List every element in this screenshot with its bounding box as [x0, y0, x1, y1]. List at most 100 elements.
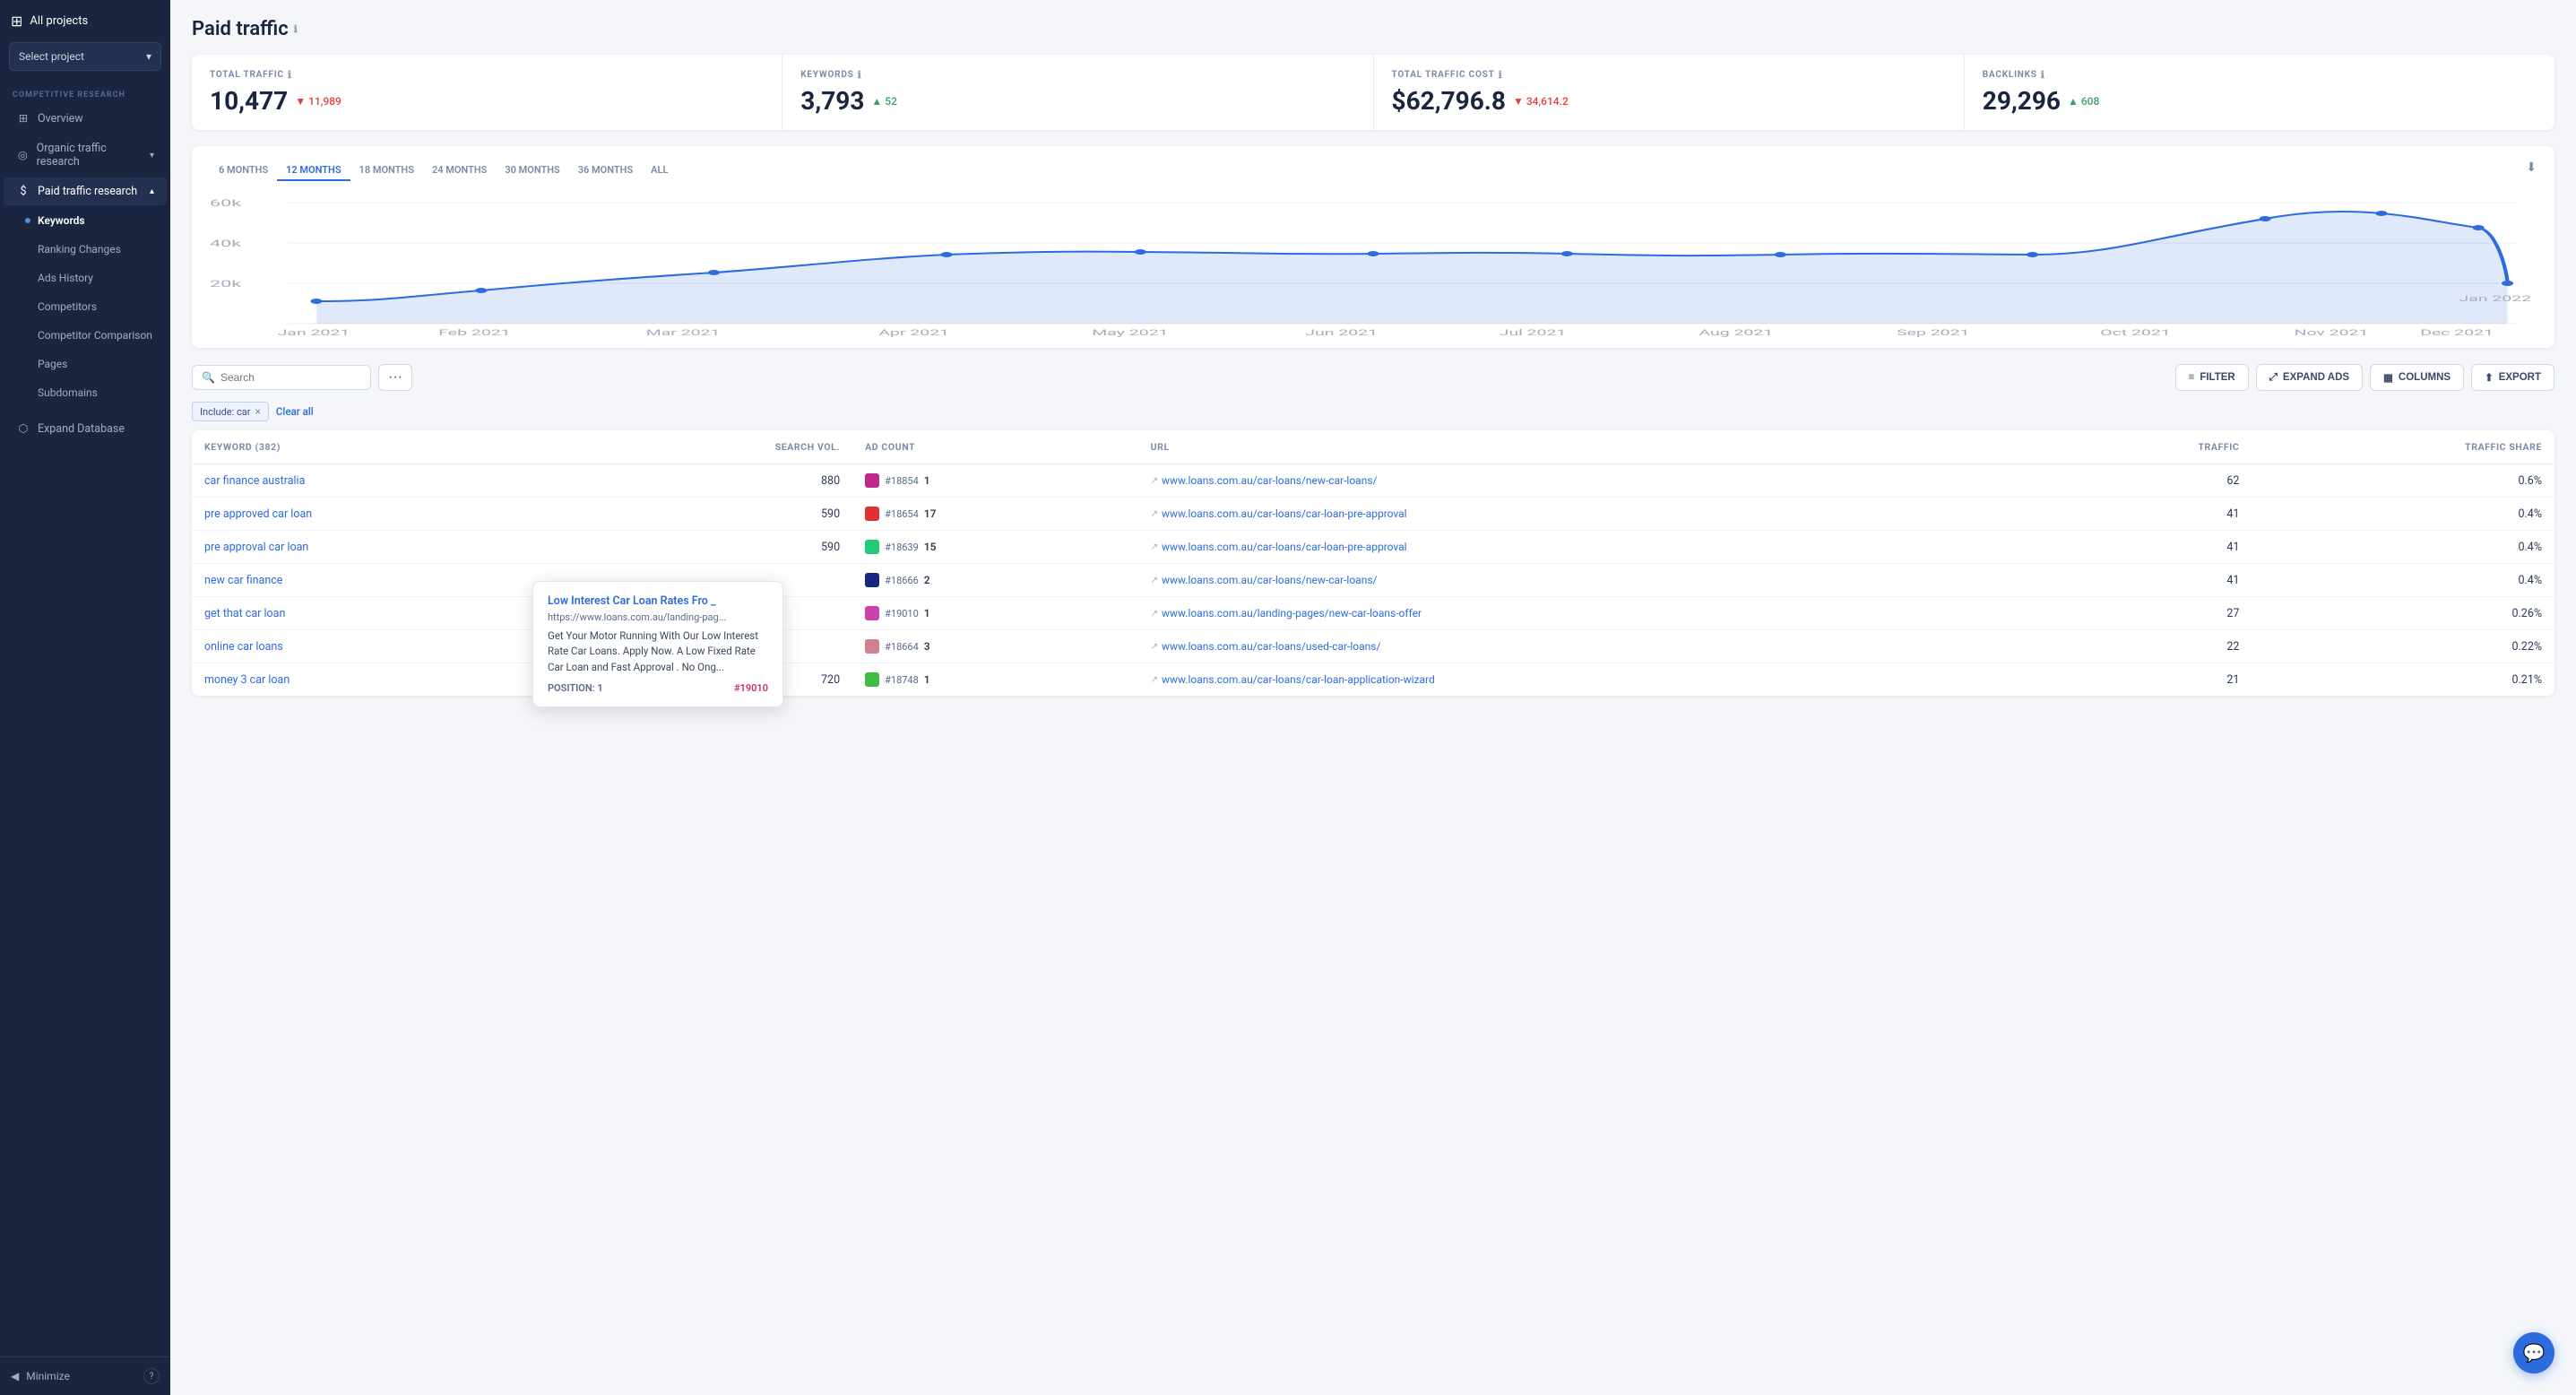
columns-button[interactable]: ▦ COLUMNS: [2370, 364, 2464, 391]
tab-all[interactable]: ALL: [642, 160, 677, 181]
tab-6months[interactable]: 6 MONTHS: [210, 160, 277, 181]
sidebar-item-label: Expand Database: [38, 422, 125, 436]
stat-label: TOTAL TRAFFIC ℹ: [210, 69, 764, 81]
cell-adcount: #19010 1: [852, 597, 1137, 630]
sidebar-item-subdomains[interactable]: Subdomains: [4, 379, 167, 406]
keyword-link[interactable]: online car loans: [204, 640, 283, 654]
url-link[interactable]: ↗ www.loans.com.au/car-loans/car-loan-ap…: [1151, 673, 2044, 686]
col-adcount[interactable]: AD COUNT: [852, 430, 1137, 464]
export-button[interactable]: ⬆ EXPORT: [2471, 364, 2554, 391]
sidebar-item-overview[interactable]: ⊞ Overview: [4, 104, 167, 133]
url-link[interactable]: ↗ www.loans.com.au/car-loans/car-loan-pr…: [1151, 507, 2044, 520]
cell-trafficshare: 0.6%: [2252, 464, 2554, 498]
cell-keyword: new car finance: [192, 564, 585, 597]
tab-18months[interactable]: 18 MONTHS: [350, 160, 423, 181]
cell-adcount: #18654 17: [852, 498, 1137, 531]
sidebar-item-ranking-changes[interactable]: Ranking Changes: [4, 236, 167, 263]
cell-keyword: money 3 car loan: [192, 663, 585, 697]
col-traffic[interactable]: TRAFFIC: [2055, 430, 2252, 464]
url-link[interactable]: ↗ www.loans.com.au/landing-pages/new-car…: [1151, 607, 2044, 620]
info-icon[interactable]: ℹ: [1499, 69, 1503, 81]
chart-container: 6 MONTHS 12 MONTHS 18 MONTHS 24 MONTHS 3…: [192, 146, 2554, 348]
grid-icon: ⊞: [16, 111, 30, 126]
info-icon[interactable]: ℹ: [294, 23, 298, 35]
svg-text:Aug 2021: Aug 2021: [1699, 328, 1773, 337]
tooltip-title: Low Interest Car Loan Rates Fro _: [548, 594, 768, 608]
sidebar-item-pages[interactable]: Pages: [4, 351, 167, 377]
keyword-link[interactable]: pre approved car loan: [204, 507, 312, 521]
search-box[interactable]: 🔍: [192, 365, 371, 390]
info-icon[interactable]: ℹ: [2041, 69, 2045, 81]
cell-trafficshare: 0.4%: [2252, 531, 2554, 564]
sidebar-minimize[interactable]: ◀ Minimize ?: [0, 1356, 170, 1395]
ad-color-swatch: [865, 473, 879, 488]
help-icon[interactable]: ?: [143, 1368, 160, 1384]
filter-icon: ≡: [2189, 372, 2195, 383]
svg-text:Apr 2021: Apr 2021: [878, 328, 949, 337]
col-searchvol[interactable]: SEARCH VOL.: [585, 430, 852, 464]
table-row: pre approval car loan 590 #18639 15 ↗ ww…: [192, 531, 2554, 564]
external-link-icon: ↗: [1151, 476, 1158, 486]
cell-traffic: 21: [2055, 663, 2252, 697]
url-link[interactable]: ↗ www.loans.com.au/car-loans/used-car-lo…: [1151, 640, 2044, 653]
keyword-link[interactable]: pre approval car loan: [204, 541, 308, 554]
sidebar-item-expand-database[interactable]: ⬡ Expand Database: [4, 414, 167, 443]
cell-trafficshare: 0.21%: [2252, 663, 2554, 697]
info-icon[interactable]: ℹ: [858, 69, 862, 81]
sidebar-item-competitors[interactable]: Competitors: [4, 293, 167, 320]
svg-text:Mar 2021: Mar 2021: [646, 328, 721, 337]
stat-backlinks: BACKLINKS ℹ 29,296 ▲ 608: [1965, 55, 2554, 130]
tab-36months[interactable]: 36 MONTHS: [569, 160, 642, 181]
filter-tag-remove[interactable]: ×: [255, 405, 260, 418]
ad-id: #18654: [885, 508, 919, 520]
sidebar-item-paid-traffic[interactable]: $ Paid traffic research ▴: [4, 178, 167, 205]
keyword-link[interactable]: car finance australia: [204, 474, 305, 488]
info-icon[interactable]: ℹ: [288, 69, 292, 81]
ad-color-swatch: [865, 672, 879, 687]
search-input[interactable]: [220, 371, 361, 384]
sidebar-item-label: Subdomains: [38, 386, 98, 399]
ad-id: #18639: [885, 542, 919, 553]
sidebar-header[interactable]: ⊞ All projects: [0, 0, 170, 42]
keyword-link[interactable]: money 3 car loan: [204, 673, 290, 687]
clear-all-button[interactable]: Clear all: [276, 405, 314, 418]
chat-button[interactable]: 💬: [2513, 1332, 2554, 1373]
cell-adcount: #18639 15: [852, 531, 1137, 564]
sidebar-item-keywords[interactable]: Keywords: [4, 207, 167, 234]
url-link[interactable]: ↗ www.loans.com.au/car-loans/new-car-loa…: [1151, 474, 2044, 487]
time-tabs: 6 MONTHS 12 MONTHS 18 MONTHS 24 MONTHS 3…: [210, 160, 2537, 181]
tooltip-footer: POSITION: 1 #19010: [548, 682, 768, 694]
cell-adcount: #18854 1: [852, 464, 1137, 498]
col-trafficshare[interactable]: TRAFFIC SHARE: [2252, 430, 2554, 464]
col-keyword[interactable]: KEYWORD (382): [192, 430, 585, 464]
export-icon: ⬆: [2485, 371, 2494, 384]
sidebar-item-competitor-comparison[interactable]: Competitor Comparison: [4, 322, 167, 349]
external-link-icon: ↗: [1151, 576, 1158, 585]
more-options-button[interactable]: ···: [378, 364, 412, 391]
project-selector[interactable]: Select project ▾: [9, 42, 161, 71]
stat-keywords: KEYWORDS ℹ 3,793 ▲ 52: [782, 55, 1373, 130]
tooltip-url: https://www.loans.com.au/landing-pag...: [548, 611, 768, 623]
stat-value: 29,296 ▲ 608: [1983, 86, 2537, 116]
stat-delta: ▲ 608: [2068, 95, 2099, 108]
download-chart-icon[interactable]: ⬇: [2526, 160, 2537, 181]
external-link-icon: ↗: [1151, 642, 1158, 652]
tab-12months[interactable]: 12 MONTHS: [277, 160, 350, 181]
url-link[interactable]: ↗ www.loans.com.au/car-loans/car-loan-pr…: [1151, 541, 2044, 553]
expand-ads-button[interactable]: ⤢ EXPAND ADS: [2256, 364, 2363, 391]
sidebar-item-label: Ranking Changes: [38, 243, 121, 256]
sidebar-item-ads-history[interactable]: Ads History: [4, 264, 167, 291]
sidebar-item-organic-traffic[interactable]: ◎ Organic traffic research ▾: [4, 134, 167, 176]
filter-button[interactable]: ≡ FILTER: [2175, 364, 2249, 391]
url-link[interactable]: ↗ www.loans.com.au/car-loans/new-car-loa…: [1151, 574, 2044, 586]
inactive-dot: [25, 247, 30, 252]
stats-row: TOTAL TRAFFIC ℹ 10,477 ▼ 11,989 KEYWORDS…: [192, 55, 2554, 130]
keyword-link[interactable]: get that car loan: [204, 607, 285, 620]
col-url[interactable]: URL: [1138, 430, 2056, 464]
keyword-link[interactable]: new car finance: [204, 574, 282, 587]
stat-delta: ▼ 34,614.2: [1513, 95, 1569, 108]
ad-id: #19010: [885, 608, 919, 620]
tab-24months[interactable]: 24 MONTHS: [423, 160, 496, 181]
tab-30months[interactable]: 30 MONTHS: [496, 160, 568, 181]
stat-value: $62,796.8 ▼ 34,614.2: [1392, 86, 1946, 116]
